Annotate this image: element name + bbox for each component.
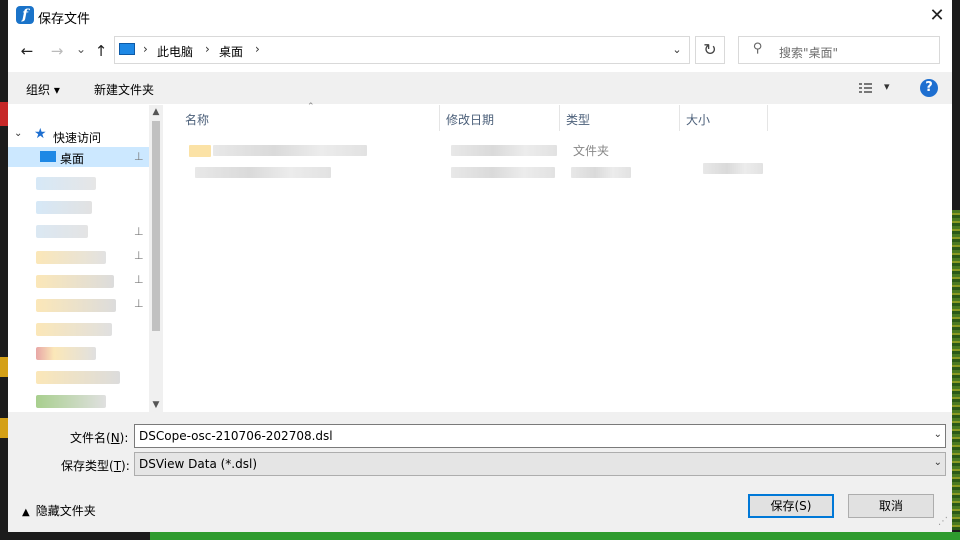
column-divider[interactable] (439, 105, 440, 131)
background-app-waveform (952, 210, 960, 530)
chevron-right-icon[interactable]: › (143, 42, 148, 56)
save-file-dialog: f 保存文件 ✕ ← → ⌄ ↑ › 此电脑 › 桌面 › ⌄ ↻ ⚲ 搜索"桌… (8, 0, 952, 532)
navigation-pane: ⌄ ★ 快速访问 桌面 ⊥ ⊥ ⊥ ⊥ ⊥ (8, 105, 163, 412)
pin-icon: ⊥ (134, 225, 144, 238)
sidebar-item-blurred[interactable] (36, 177, 96, 190)
sidebar-item-blurred[interactable] (36, 275, 114, 288)
app-logo-icon: f (16, 6, 34, 24)
address-bar[interactable]: › 此电脑 › 桌面 › ⌄ (114, 36, 690, 64)
table-row-name-blurred[interactable] (195, 167, 331, 178)
sidebar-item-label: 桌面 (60, 152, 85, 166)
sidebar-item-blurred[interactable] (36, 371, 120, 384)
sidebar-item-blurred[interactable] (36, 323, 112, 336)
column-header-date[interactable]: 修改日期 (446, 111, 494, 128)
hide-folders-label: 隐藏文件夹 (35, 504, 96, 518)
close-button[interactable]: ✕ (922, 2, 952, 30)
table-row-date-blurred (451, 145, 557, 156)
sidebar-item-desktop[interactable]: 桌面 ⊥ (8, 147, 149, 167)
pin-icon: ⊥ (134, 297, 144, 310)
sidebar-item-blurred[interactable] (36, 225, 88, 238)
table-row-size-blurred (703, 163, 763, 174)
filename-value[interactable]: DSCope-osc-210706-202708.dsl (139, 429, 333, 443)
help-icon[interactable]: ? (920, 79, 938, 97)
background-app-marker (0, 418, 8, 438)
table-row-date-blurred (451, 167, 555, 178)
filename-label: 文件名(N): (70, 431, 129, 445)
search-box[interactable]: ⚲ 搜索"桌面" (738, 36, 940, 64)
organize-menu[interactable]: 组织 ▾ (26, 81, 60, 98)
sidebar-item-blurred[interactable] (36, 201, 92, 214)
sidebar-item-blurred[interactable] (36, 347, 96, 360)
sidebar-item-blurred[interactable] (36, 251, 106, 264)
star-icon: ★ (34, 126, 47, 142)
column-divider[interactable] (559, 105, 560, 131)
chevron-down-icon[interactable]: ⌄ (934, 429, 942, 440)
resize-grip-icon[interactable]: ⋰ (938, 516, 948, 527)
table-row-name-blurred[interactable] (213, 145, 367, 156)
filetype-value[interactable]: DSView Data (*.dsl) (139, 457, 257, 471)
scrollbar-thumb[interactable] (152, 121, 160, 331)
save-button[interactable]: 保存(S) (748, 494, 834, 518)
search-input[interactable]: 搜索"桌面" (779, 44, 838, 61)
chevron-up-icon: ▲ (22, 507, 30, 518)
hide-folders-toggle[interactable]: ▲ 隐藏文件夹 (22, 502, 96, 519)
recent-locations-icon[interactable]: ⌄ (70, 38, 92, 60)
chevron-down-icon[interactable]: ⌄ (934, 457, 942, 468)
address-dropdown-icon[interactable]: ⌄ (667, 40, 687, 60)
sidebar-item-quick-access[interactable]: ⌄ ★ 快速访问 (8, 125, 149, 145)
back-arrow-icon[interactable]: ← (16, 40, 38, 62)
new-folder-button[interactable]: 新建文件夹 (94, 81, 154, 98)
breadcrumb-desktop[interactable]: 桌面 (219, 43, 243, 60)
chevron-down-icon[interactable]: ▾ (884, 80, 890, 93)
background-app-marker (0, 357, 8, 377)
computer-icon (119, 43, 135, 55)
scroll-up-icon[interactable]: ▲ (149, 105, 163, 119)
file-list: ⌃ 名称 修改日期 类型 大小 文件夹 (163, 102, 952, 412)
column-divider[interactable] (767, 105, 768, 131)
sidebar-item-label: 快速访问 (53, 131, 102, 145)
scroll-down-icon[interactable]: ▼ (149, 398, 163, 412)
background-app-strip (150, 532, 960, 540)
save-options-panel: 文件名(N): DSCope-osc-210706-202708.dsl ⌄ 保… (8, 412, 952, 532)
command-toolbar: 组织 ▾ 新建文件夹 ▾ ? (8, 72, 952, 104)
table-row-type-blurred (571, 167, 631, 178)
table-row-type: 文件夹 (573, 144, 610, 158)
background-app-marker (0, 102, 8, 126)
chevron-right-icon[interactable]: › (255, 42, 260, 56)
column-header-name[interactable]: 名称 (185, 111, 209, 128)
column-header-type[interactable]: 类型 (566, 111, 590, 128)
pin-icon: ⊥ (134, 249, 144, 262)
navigation-scrollbar[interactable]: ▲ ▼ (149, 105, 163, 412)
chevron-right-icon[interactable]: › (205, 42, 210, 56)
sidebar-item-blurred[interactable] (36, 299, 116, 312)
filetype-select[interactable]: DSView Data (*.dsl) ⌄ (134, 452, 946, 476)
sidebar-item-blurred[interactable] (36, 395, 106, 408)
title-bar: f 保存文件 ✕ (8, 0, 952, 32)
desktop-icon (40, 151, 56, 162)
column-header-size[interactable]: 大小 (686, 111, 710, 128)
forward-arrow-icon[interactable]: → (46, 40, 68, 62)
folder-icon (189, 145, 211, 157)
chevron-down-icon[interactable]: ⌄ (14, 128, 22, 139)
pin-icon: ⊥ (134, 273, 144, 286)
pin-icon: ⊥ (134, 150, 144, 163)
filetype-label: 保存类型(T): (61, 459, 130, 473)
sort-ascending-icon: ⌃ (307, 102, 315, 112)
column-divider[interactable] (679, 105, 680, 131)
cancel-button[interactable]: 取消 (848, 494, 934, 518)
breadcrumb-this-pc[interactable]: 此电脑 (157, 43, 193, 60)
up-arrow-icon[interactable]: ↑ (90, 40, 112, 62)
dialog-title: 保存文件 (38, 12, 91, 27)
filename-field[interactable]: DSCope-osc-210706-202708.dsl ⌄ (134, 424, 946, 448)
refresh-button[interactable]: ↻ (695, 36, 725, 64)
view-options-button[interactable]: ▾ (858, 80, 894, 96)
search-icon: ⚲ (753, 41, 763, 56)
